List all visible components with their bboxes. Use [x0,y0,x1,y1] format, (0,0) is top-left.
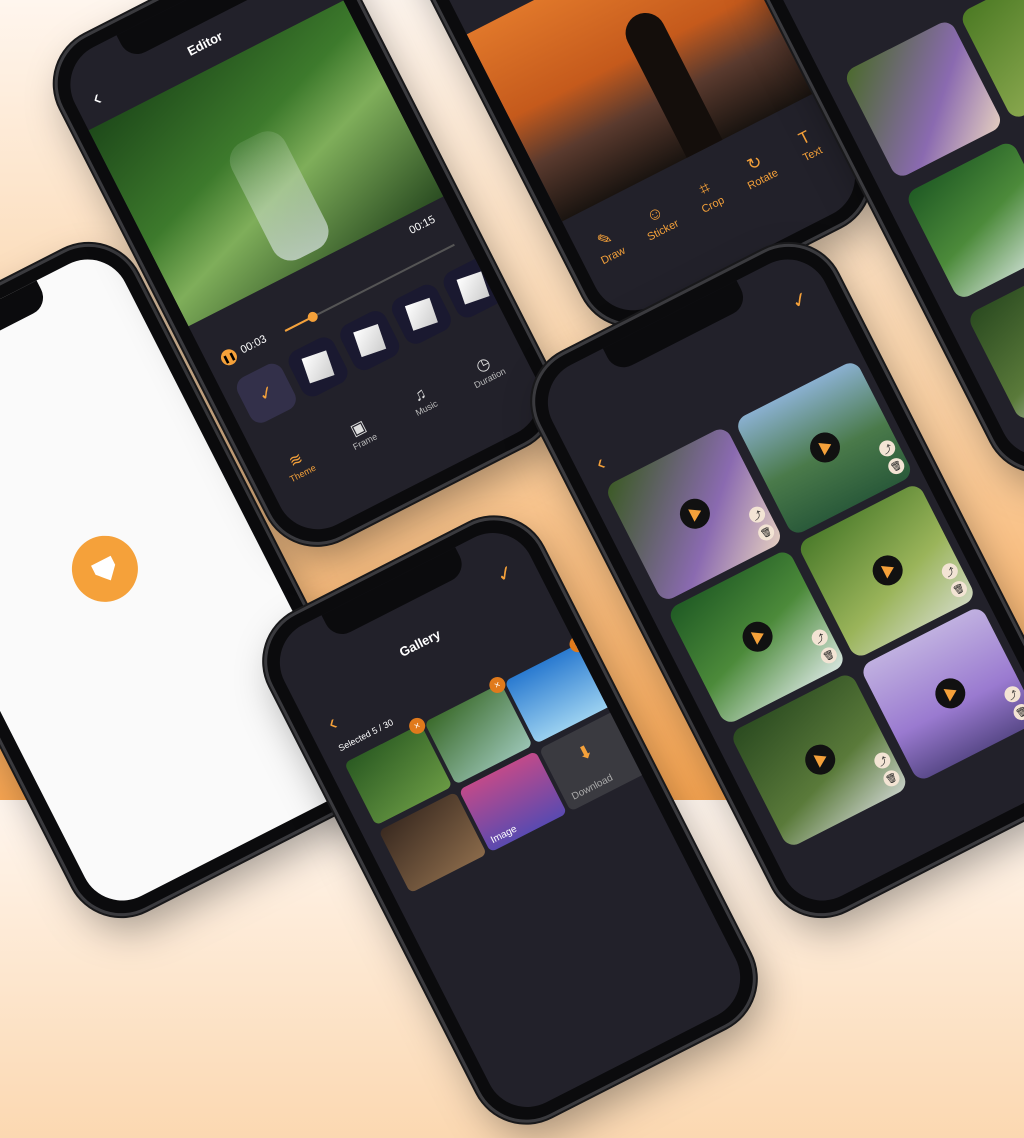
image-label: Image [489,823,519,847]
nav-music[interactable]: ♫ Music [394,376,451,424]
nav-theme[interactable]: ≋ Theme [269,440,327,489]
chevron-left-icon[interactable]: ‹ [591,450,609,476]
waterfall-stream [222,124,336,268]
pause-icon[interactable]: ❚❚ [218,346,240,369]
check-icon: ✓ [254,380,278,406]
palm-silhouette [618,6,723,158]
theme-option[interactable] [336,306,404,375]
notch [0,278,50,374]
download-icon: ⬇ [573,740,597,765]
check-icon[interactable]: ✓ [492,559,518,589]
theme-option[interactable] [439,254,507,322]
time-current: 00:03 [238,333,269,357]
theme-option[interactable] [387,280,456,348]
nav-frame[interactable]: ▣ Frame [331,408,389,457]
check-icon[interactable]: ✓ [787,285,813,315]
theme-option[interactable] [284,333,352,401]
app-logo-icon [60,524,150,614]
theme-option-selected[interactable]: ✓ [232,359,300,427]
nav-duration[interactable]: ◷ Duration [456,345,514,394]
photo-preview [466,0,817,222]
chevron-left-icon[interactable]: ‹ [323,710,341,736]
download-label: Download [570,772,615,803]
time-total: 00:15 [407,213,438,237]
slider-fill [284,317,311,332]
slider-handle[interactable] [306,310,320,324]
